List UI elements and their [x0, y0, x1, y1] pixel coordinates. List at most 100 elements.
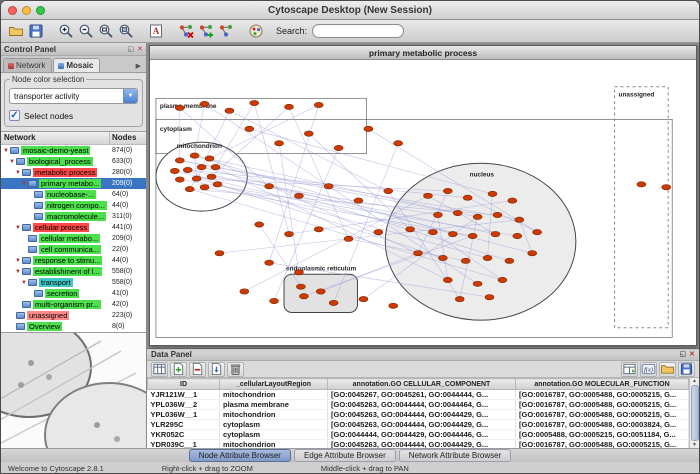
trash-icon[interactable]	[227, 362, 244, 377]
network-node[interactable]	[455, 296, 464, 301]
table-cell[interactable]: [GO:0044444, GO:0044429, GO:0044446, G..…	[328, 430, 516, 440]
network-node[interactable]	[299, 294, 308, 299]
first-neighbors-icon[interactable]	[216, 22, 235, 41]
birdseye-view[interactable]	[1, 332, 146, 448]
close-window-button[interactable]	[8, 6, 17, 15]
network-node[interactable]	[498, 277, 507, 282]
network-node[interactable]	[438, 255, 447, 260]
network-node[interactable]	[344, 236, 353, 241]
tree-row[interactable]: ▼primary metabo...209(0)	[1, 178, 146, 189]
zoom-fit-icon[interactable]	[116, 22, 135, 41]
network-node[interactable]	[265, 184, 274, 189]
zoom-out-icon[interactable]	[76, 22, 95, 41]
tree-row[interactable]: nitrogen compo...44(0)	[1, 200, 146, 211]
network-node[interactable]	[207, 174, 216, 179]
tree-row[interactable]: unassigned223(0)	[1, 310, 146, 321]
network-node[interactable]	[423, 193, 432, 198]
network-node[interactable]	[515, 217, 524, 222]
network-node[interactable]	[473, 214, 482, 219]
network-node[interactable]	[505, 258, 514, 263]
network-node[interactable]	[304, 131, 313, 136]
table-cell[interactable]: plasma membrane	[220, 400, 328, 410]
tree-row[interactable]: ▼response to stimu...44(0)	[1, 255, 146, 266]
network-node[interactable]	[200, 185, 209, 190]
table-cell[interactable]: mitochondrion	[220, 410, 328, 420]
tree-row[interactable]: ▼transport558(0)	[1, 277, 146, 288]
table-cell[interactable]: [GO:0016787, GO:0005488, GO:0005215, G..…	[516, 440, 689, 449]
network-node[interactable]	[374, 229, 383, 234]
table-cell[interactable]: YJR121W__1	[148, 390, 220, 400]
vizmapper-icon[interactable]	[246, 22, 265, 41]
network-node[interactable]	[197, 164, 206, 169]
scrollbar-thumb[interactable]	[691, 385, 699, 441]
network-node[interactable]	[329, 300, 338, 305]
network-node[interactable]	[316, 289, 325, 294]
network-node[interactable]	[364, 126, 373, 131]
expander-icon[interactable]: ▼	[8, 159, 16, 165]
destroy-network-icon[interactable]	[176, 22, 195, 41]
network-node[interactable]	[493, 212, 502, 217]
network-node[interactable]	[662, 185, 671, 190]
tree-row[interactable]: multi-organism pr...42(0)	[1, 299, 146, 310]
create-network-icon[interactable]	[196, 22, 215, 41]
table-row[interactable]: YJR121W__1mitochondrion[GO:0045267, GO:0…	[148, 390, 689, 400]
expander-icon[interactable]: ▼	[2, 148, 10, 154]
tab-scroll-right-icon[interactable]: ▶	[136, 62, 144, 72]
network-node[interactable]	[533, 229, 542, 234]
network-node[interactable]	[175, 105, 184, 110]
table-column-header[interactable]: ID	[148, 379, 220, 390]
create-new-attribute-icon[interactable]	[170, 362, 187, 377]
network-node[interactable]	[468, 233, 477, 238]
table-cell[interactable]: [GO:0045263, GO:0044444, GO:0044429, G..…	[328, 410, 516, 420]
network-node[interactable]	[354, 198, 363, 203]
table-cell[interactable]: [GO:0016787, GO:0005488, GO:0005215, G..…	[516, 400, 689, 410]
delete-attributes-icon[interactable]	[189, 362, 206, 377]
save-attributes-icon[interactable]	[678, 362, 695, 377]
network-node[interactable]	[406, 227, 415, 232]
expander-icon[interactable]: ▼	[20, 280, 28, 286]
network-node[interactable]	[508, 198, 517, 203]
table-cell[interactable]: [GO:0045263, GO:0044444, GO:0044464, G..…	[328, 400, 516, 410]
network-node[interactable]	[285, 231, 294, 236]
table-column-header[interactable]: _cellularLayoutRegion	[220, 379, 328, 390]
network-node[interactable]	[384, 188, 393, 193]
network-canvas[interactable]: cytoplasmplasma membranemitochondrionnuc…	[150, 60, 696, 345]
network-node[interactable]	[225, 108, 234, 113]
network-node[interactable]	[294, 270, 303, 275]
close-data-panel-icon[interactable]: ✕	[689, 350, 695, 359]
network-node[interactable]	[483, 255, 492, 260]
open-attributes-icon[interactable]	[659, 362, 676, 377]
network-node[interactable]	[211, 164, 220, 169]
network-view-title[interactable]: primary metabolic process	[150, 46, 696, 60]
network-node[interactable]	[359, 296, 368, 301]
tab-network[interactable]: Network	[3, 58, 52, 72]
table-cell[interactable]: [GO:0045263, GO:0044444, GO:0044429, G..…	[328, 440, 516, 449]
save-session-icon[interactable]	[26, 22, 45, 41]
tree-row[interactable]: ▼metabolic process280(0)	[1, 167, 146, 178]
tree-row[interactable]: nucleobase-...64(0)	[1, 189, 146, 200]
table-cell[interactable]: [GO:0016787, GO:0005488, GO:0005215, G..…	[516, 390, 689, 400]
close-panel-icon[interactable]: ✕	[137, 45, 143, 54]
table-cell[interactable]: cytoplasm	[220, 430, 328, 440]
expander-icon[interactable]: ▼	[14, 170, 22, 176]
table-cell[interactable]: mitochondrion	[220, 390, 328, 400]
network-node[interactable]	[275, 141, 284, 146]
network-node[interactable]	[334, 145, 343, 150]
network-node[interactable]	[215, 251, 224, 256]
tree-row[interactable]: cellular metabo...209(0)	[1, 233, 146, 244]
open-session-icon[interactable]	[6, 22, 25, 41]
network-node[interactable]	[240, 289, 249, 294]
network-node[interactable]	[285, 104, 294, 109]
network-node[interactable]	[314, 227, 323, 232]
network-node[interactable]	[296, 284, 305, 289]
network-node[interactable]	[324, 184, 333, 189]
network-node[interactable]	[463, 195, 472, 200]
scroll-down-icon[interactable]: ▼	[692, 442, 697, 448]
float-data-panel-icon[interactable]: ◱	[680, 350, 687, 359]
table-cell[interactable]: [GO:0016787, GO:0005488, GO:0003824, G..…	[516, 420, 689, 430]
import-table-icon[interactable]	[621, 362, 638, 377]
table-cell[interactable]: YDR039C__1	[148, 440, 220, 449]
scroll-up-icon[interactable]: ▲	[692, 378, 697, 384]
network-node[interactable]	[294, 193, 303, 198]
table-column-header[interactable]: annotation.GO MOLECULAR_FUNCTION	[516, 379, 689, 390]
